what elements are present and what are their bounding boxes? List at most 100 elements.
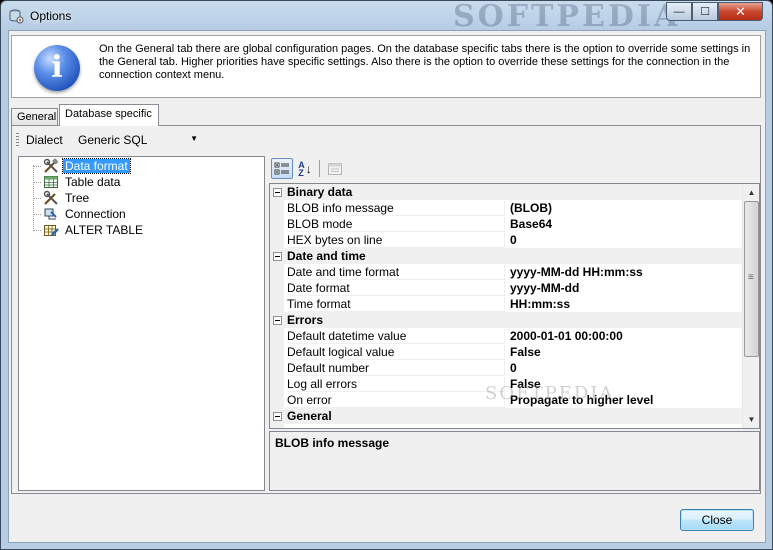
- tree-item-label: Table data: [65, 175, 121, 189]
- sort-letter-z: Z: [298, 167, 304, 178]
- tree-item-label: Data format: [62, 158, 131, 174]
- property-row[interactable]: Date and time format yyyy-MM-dd HH:mm:ss: [270, 264, 743, 280]
- collapse-icon[interactable]: [273, 252, 282, 261]
- tab-database-specific[interactable]: Database specific: [59, 104, 159, 126]
- property-pages-button[interactable]: [324, 158, 346, 179]
- dialect-label: Dialect: [26, 133, 63, 147]
- property-row[interactable]: Default datetime value 2000-01-01 00:00:0…: [270, 328, 743, 344]
- options-window: Options SOFTPEDIA — ☐ ✕ i On the General…: [0, 0, 773, 550]
- categorized-icon: [274, 162, 289, 174]
- property-name: HEX bytes on line: [287, 233, 505, 248]
- property-value[interactable]: 0: [510, 361, 517, 375]
- property-description-panel: BLOB info message: [269, 431, 760, 491]
- property-row[interactable]: BLOB mode Base64: [270, 216, 743, 232]
- property-value[interactable]: HH:mm:ss: [510, 297, 570, 311]
- property-row[interactable]: Date format yyyy-MM-dd: [270, 280, 743, 296]
- tree-branch-line: [33, 198, 41, 199]
- property-name: Default logical value: [287, 345, 505, 360]
- scroll-up-icon[interactable]: ▲: [743, 184, 759, 201]
- scroll-down-icon[interactable]: ▼: [743, 411, 759, 428]
- toolbar-grip[interactable]: [16, 133, 19, 147]
- property-value[interactable]: 0: [510, 233, 517, 247]
- dialog-client-area: i On the General tab there are global co…: [8, 30, 766, 543]
- property-name: Default datetime value: [287, 329, 505, 344]
- category-name: Errors: [287, 313, 324, 327]
- property-name: Log all errors: [287, 377, 505, 392]
- category-row[interactable]: General: [270, 408, 743, 424]
- property-row[interactable]: BLOB info message (BLOB): [270, 200, 743, 216]
- property-value[interactable]: (BLOB): [510, 201, 552, 215]
- collapse-icon[interactable]: [273, 412, 282, 421]
- property-row[interactable]: On error Propagate to higher level: [270, 392, 743, 408]
- category-row[interactable]: Date and time: [270, 248, 743, 264]
- tree-branch-line: [33, 182, 41, 183]
- property-name: BLOB mode: [287, 217, 505, 232]
- property-grid-rows: Binary data BLOB info message (BLOB) BLOB…: [270, 184, 743, 428]
- property-value[interactable]: Base64: [510, 217, 552, 231]
- scroll-thumb[interactable]: [744, 201, 759, 357]
- property-grid-scrollbar[interactable]: ▲ ▼: [742, 184, 759, 428]
- settings-tree[interactable]: Data format Table data Tree Connection A…: [18, 156, 265, 491]
- tree-item-label: Tree: [65, 191, 90, 205]
- property-row[interactable]: Default number 0: [270, 360, 743, 376]
- info-icon: i: [34, 45, 80, 91]
- sort-az-icon: A Z ↓: [298, 159, 312, 178]
- minimize-button[interactable]: —: [666, 2, 692, 21]
- category-name: Date and time: [287, 249, 366, 263]
- categorized-button[interactable]: [271, 158, 293, 179]
- tree-branch-line: [33, 166, 41, 167]
- property-grid[interactable]: Binary data BLOB info message (BLOB) BLOB…: [269, 183, 760, 429]
- dialect-dropdown[interactable]: Generic SQL ▼: [72, 131, 200, 150]
- property-value[interactable]: Propagate to higher level: [510, 393, 653, 407]
- property-value[interactable]: False: [510, 345, 541, 359]
- title-bar[interactable]: Options SOFTPEDIA — ☐ ✕: [1, 0, 772, 34]
- tree-branch-line: [33, 230, 41, 231]
- category-row[interactable]: Errors: [270, 312, 743, 328]
- property-name: On error: [287, 393, 505, 408]
- dialect-toolbar: Dialect Generic SQL ▼: [16, 130, 756, 150]
- property-name: BLOB info message: [287, 201, 505, 216]
- dialect-value: Generic SQL: [78, 133, 148, 147]
- sort-alphabetical-button[interactable]: A Z ↓: [294, 158, 316, 179]
- tree-item-connection[interactable]: Connection: [43, 206, 128, 222]
- property-value[interactable]: 2000-01-01 00:00:00: [510, 329, 623, 343]
- property-row[interactable]: Time format HH:mm:ss: [270, 296, 743, 312]
- property-value[interactable]: yyyy-MM-dd: [510, 281, 579, 295]
- property-name: Date and time format: [287, 265, 505, 280]
- maximize-icon: ☐: [700, 6, 710, 18]
- category-row[interactable]: Binary data: [270, 184, 743, 200]
- close-button[interactable]: Close: [680, 509, 754, 531]
- tree-item-label: ALTER TABLE: [65, 223, 144, 237]
- table-edit-icon: [44, 225, 59, 236]
- property-row[interactable]: Default logical value False: [270, 344, 743, 360]
- collapse-icon[interactable]: [273, 188, 282, 197]
- property-value[interactable]: False: [510, 377, 541, 391]
- property-row[interactable]: Log all errors False: [270, 376, 743, 392]
- tree-branch-line: [33, 214, 41, 215]
- grid-icon: [44, 176, 58, 188]
- property-grid-toolbar: A Z ↓: [269, 156, 760, 181]
- tree-item-alter-table[interactable]: ALTER TABLE: [43, 222, 145, 238]
- tools-icon: [43, 158, 59, 173]
- collapse-icon[interactable]: [273, 316, 282, 325]
- category-name: General: [287, 409, 332, 423]
- toolbar-separator: [319, 160, 320, 177]
- close-window-button[interactable]: ✕: [718, 2, 763, 21]
- property-row-partial[interactable]: [270, 424, 743, 428]
- property-value[interactable]: yyyy-MM-dd HH:mm:ss: [510, 265, 643, 279]
- property-row[interactable]: HEX bytes on line 0: [270, 232, 743, 248]
- dropdown-arrow-icon: ▼: [190, 134, 198, 143]
- info-text: On the General tab there are global conf…: [99, 43, 751, 81]
- tree-item-table-data[interactable]: Table data: [43, 174, 122, 190]
- maximize-button[interactable]: ☐: [692, 2, 718, 21]
- connection-icon: [44, 208, 57, 220]
- tree-item-tree[interactable]: Tree: [43, 190, 91, 206]
- property-grid-panel: A Z ↓ Binary data BLOB info message (BLO…: [269, 156, 760, 491]
- tab-page-database-specific: Dialect Generic SQL ▼ Data format Table …: [11, 125, 761, 494]
- category-name: Binary data: [287, 185, 353, 199]
- description-title: BLOB info message: [275, 436, 390, 450]
- database-options-icon: [9, 9, 24, 24]
- tab-general[interactable]: General: [11, 108, 58, 126]
- tree-item-data-format[interactable]: Data format: [43, 158, 131, 174]
- tools-icon: [43, 190, 58, 205]
